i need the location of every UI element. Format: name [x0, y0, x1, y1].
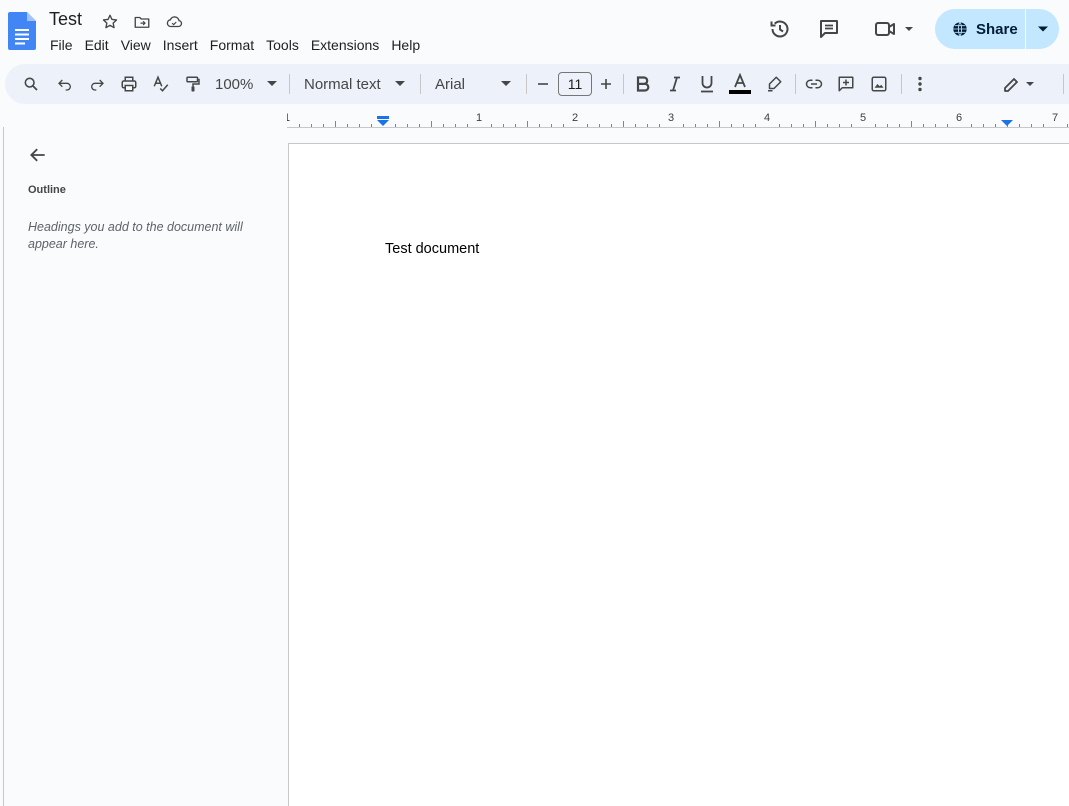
more-options-icon[interactable] — [910, 72, 930, 96]
text-color-icon[interactable] — [728, 72, 752, 96]
document-body-text[interactable]: Test document — [385, 241, 479, 257]
font-size-input[interactable]: 11 — [558, 72, 592, 96]
menu-view[interactable]: View — [115, 35, 157, 55]
menu-file[interactable]: File — [44, 35, 79, 55]
pencil-icon — [1004, 78, 1034, 92]
underline-icon[interactable] — [697, 72, 717, 96]
docs-app: Test File Edit View Insert Format Tools … — [0, 0, 1069, 806]
move-folder-icon[interactable] — [132, 12, 152, 32]
decrease-font-size-icon[interactable] — [534, 72, 552, 96]
document-page[interactable]: Test document — [288, 143, 1069, 806]
print-icon[interactable] — [118, 72, 140, 96]
menu-bar: File Edit View Insert Format Tools Exten… — [44, 35, 426, 55]
menu-tools[interactable]: Tools — [260, 35, 305, 55]
redo-icon[interactable] — [87, 72, 107, 96]
ruler-number: 3 — [668, 112, 674, 124]
right-indent-marker-icon — [1001, 120, 1013, 126]
bold-icon[interactable] — [633, 72, 653, 96]
cloud-saved-icon[interactable] — [164, 12, 184, 32]
ruler-ticks: 1 1 2 3 4 5 6 7 — [287, 110, 1068, 127]
toolbar-divider — [623, 74, 624, 94]
globe-icon — [952, 21, 968, 37]
zoom-select[interactable]: 100% — [215, 72, 279, 96]
share-label: Share — [976, 20, 1018, 38]
document-title[interactable]: Test — [49, 9, 82, 30]
outline-sidebar: Outline Headings you add to the document… — [5, 128, 288, 806]
toolbar-divider — [420, 74, 421, 94]
ruler-number: 2 — [572, 112, 578, 124]
toolbar: 100% Normal text Arial 11 — [5, 64, 1069, 104]
menu-format[interactable]: Format — [204, 35, 260, 55]
menu-edit[interactable]: Edit — [79, 35, 115, 55]
editing-mode-button[interactable] — [1000, 72, 1040, 96]
ruler-baseline — [287, 127, 1069, 128]
meet-icon[interactable] — [870, 15, 918, 43]
version-history-icon[interactable] — [766, 15, 794, 43]
toolbar-divider — [901, 74, 902, 94]
increase-font-size-icon[interactable] — [597, 72, 615, 96]
highlight-color-icon[interactable] — [763, 72, 785, 96]
toolbar-divider — [795, 74, 796, 94]
search-menus-icon[interactable] — [21, 72, 41, 96]
toolbar-divider — [1063, 74, 1064, 94]
font-select[interactable]: Arial — [435, 72, 515, 96]
style-chevron-down-icon — [394, 81, 405, 86]
zoom-chevron-down-icon — [267, 81, 278, 86]
undo-icon[interactable] — [55, 72, 75, 96]
paint-format-icon[interactable] — [182, 72, 204, 96]
chevron-down-icon — [1037, 26, 1048, 32]
toolbar-divider — [289, 74, 290, 94]
font-chevron-down-icon — [501, 81, 511, 86]
style-value: Normal text — [304, 75, 381, 93]
arrow-back-icon — [30, 148, 45, 162]
share-button[interactable]: Share — [935, 9, 1026, 49]
ruler-number: 4 — [764, 112, 770, 124]
menu-extensions[interactable]: Extensions — [305, 35, 385, 55]
toolbar-divider — [526, 74, 527, 94]
docs-logo-icon[interactable] — [8, 12, 36, 50]
star-icon[interactable] — [100, 12, 120, 32]
share-button-group: Share — [935, 9, 1059, 49]
ruler-number: 7 — [1052, 112, 1058, 124]
share-dropdown-button[interactable] — [1026, 9, 1059, 49]
ruler-number: 1 — [287, 112, 290, 124]
font-value: Arial — [435, 75, 466, 93]
zoom-value: 100% — [215, 75, 254, 93]
horizontal-ruler[interactable]: 1 1 2 3 4 5 6 7 — [287, 110, 1069, 128]
insert-image-icon[interactable] — [868, 72, 890, 96]
add-comment-icon[interactable] — [835, 72, 857, 96]
insert-link-icon[interactable] — [803, 72, 825, 96]
ruler-number: 6 — [956, 112, 962, 124]
outline-empty-hint: Headings you add to the document will ap… — [28, 220, 243, 251]
style-select[interactable]: Normal text — [304, 72, 408, 96]
menu-help[interactable]: Help — [385, 35, 426, 55]
outline-heading: Outline — [28, 184, 66, 196]
menu-insert[interactable]: Insert — [157, 35, 204, 55]
vertical-ruler — [0, 127, 4, 806]
ruler-number: 1 — [476, 112, 482, 124]
italic-icon[interactable] — [665, 72, 685, 96]
ruler-number: 5 — [860, 112, 866, 124]
close-outline-button[interactable] — [25, 142, 51, 168]
comments-icon[interactable] — [815, 15, 843, 43]
spellcheck-icon[interactable] — [150, 72, 172, 96]
top-bar: Test File Edit View Insert Format Tools … — [0, 0, 1069, 62]
